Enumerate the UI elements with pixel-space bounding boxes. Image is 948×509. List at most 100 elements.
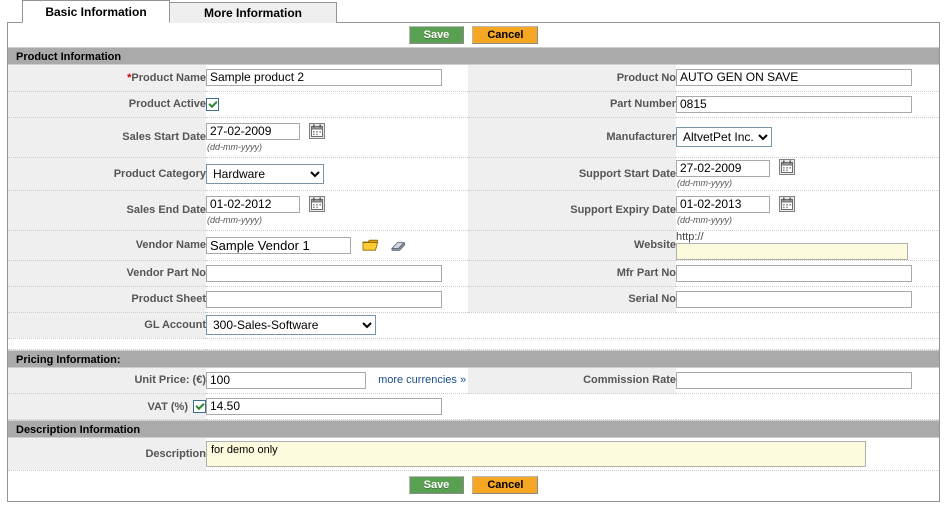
label-sales-start-date: Sales Start Date bbox=[8, 117, 206, 158]
cell-serial-no bbox=[676, 286, 939, 313]
mfr-part-no-input[interactable] bbox=[676, 264, 912, 282]
cell-support-expiry-date: (dd-mm-yyyy) bbox=[676, 190, 939, 231]
cell-vat bbox=[206, 393, 468, 421]
save-button-bottom[interactable]: Save bbox=[408, 475, 465, 494]
cell-empty bbox=[676, 393, 939, 421]
label-product-name: *Product Name bbox=[8, 65, 206, 92]
sales-start-date-input[interactable] bbox=[206, 123, 300, 140]
label-product-sheet: Product Sheet bbox=[8, 286, 206, 313]
table-row: Sales Start Date 27-02-2009 (dd-mm-yyyy)… bbox=[8, 117, 939, 158]
save-button-top[interactable]: Save bbox=[408, 26, 465, 44]
cell-part-number bbox=[676, 91, 939, 118]
spacer-row bbox=[8, 338, 939, 350]
cell-website: http:// bbox=[676, 230, 939, 261]
bottom-toolbar: Save Cancel bbox=[8, 470, 939, 497]
cell-description: for demo only bbox=[206, 438, 939, 471]
product-information-table: *Product Name Product No Product Active … bbox=[8, 65, 939, 350]
tab-basic-information-label: Basic Information bbox=[45, 5, 147, 19]
cell-vendor-part-no bbox=[206, 260, 468, 287]
calendar-icon[interactable] bbox=[309, 195, 326, 212]
table-row: Product Sheet Serial No bbox=[8, 286, 939, 313]
label-product-name-text: Product Name bbox=[131, 71, 206, 84]
cell-support-start-date: (dd-mm-yyyy) bbox=[676, 157, 939, 191]
tab-basic-information[interactable]: Basic Information bbox=[22, 0, 170, 23]
support-expiry-date-input[interactable] bbox=[676, 196, 770, 213]
cancel-button-bottom[interactable]: Cancel bbox=[472, 475, 539, 494]
table-row: Product Active Part Number bbox=[8, 91, 939, 118]
website-protocol-prefix: http:// bbox=[676, 230, 704, 243]
tab-more-information[interactable]: More Information bbox=[169, 2, 337, 23]
manufacturer-select[interactable]: AltvetPet Inc. bbox=[676, 127, 772, 147]
calendar-icon[interactable] bbox=[779, 159, 796, 175]
section-header-product-information: Product Information bbox=[8, 47, 939, 65]
product-no-input[interactable] bbox=[676, 69, 912, 87]
cell-mfr-part-no bbox=[676, 260, 939, 287]
table-row: Sales End Date 01-02-2012 (dd-mm-yyyy) S… bbox=[8, 190, 939, 231]
section-header-description-information: Description Information bbox=[8, 420, 939, 439]
folder-icon[interactable] bbox=[362, 238, 379, 253]
tab-strip: Basic Information More Information bbox=[0, 0, 948, 23]
table-row: VAT (%) bbox=[8, 393, 939, 421]
tab-more-information-label: More Information bbox=[204, 6, 302, 20]
description-information-table: Description for demo only bbox=[8, 438, 939, 471]
sales-end-date-input[interactable] bbox=[206, 196, 300, 213]
label-product-category: Product Category bbox=[8, 157, 206, 191]
support-expiry-date-hint: (dd-mm-yyyy) bbox=[677, 214, 732, 225]
gl-account-select[interactable]: 300-Sales-Software bbox=[206, 315, 376, 336]
support-start-date-hint: (dd-mm-yyyy) bbox=[677, 178, 732, 188]
product-form-frame: Save Cancel Product Information *Product… bbox=[7, 22, 940, 502]
product-sheet-input[interactable] bbox=[206, 290, 442, 308]
cell-empty bbox=[468, 312, 676, 339]
vendor-name-input[interactable] bbox=[206, 236, 351, 254]
unit-price-input[interactable] bbox=[206, 371, 366, 389]
label-vat: VAT (%) bbox=[8, 393, 206, 421]
cell-gl-account: 300-Sales-Software bbox=[206, 312, 468, 339]
spacer-cell bbox=[468, 338, 676, 350]
support-start-date-input[interactable] bbox=[676, 159, 770, 177]
cell-sales-end-date: (dd-mm-yyyy) bbox=[206, 190, 468, 231]
label-commission-rate: Commission Rate bbox=[468, 367, 676, 395]
table-row: Product Category Hardware Support Start … bbox=[8, 157, 939, 191]
cell-commission-rate bbox=[676, 367, 939, 395]
cancel-button-top[interactable]: Cancel bbox=[472, 26, 539, 44]
label-support-expiry-date: Support Expiry Date bbox=[468, 190, 676, 231]
label-product-no: Product No bbox=[468, 65, 676, 92]
table-row: Vendor Name Website http bbox=[8, 230, 939, 261]
product-name-input[interactable] bbox=[206, 69, 442, 87]
label-part-number: Part Number bbox=[468, 91, 676, 118]
label-sales-end-date: Sales End Date bbox=[8, 190, 206, 231]
sales-start-date-hint: (dd-mm-yyyy) bbox=[207, 141, 262, 152]
pricing-information-table: Unit Price: (€) more currencies » Commis… bbox=[8, 367, 939, 421]
calendar-icon[interactable] bbox=[309, 122, 326, 139]
table-row: *Product Name Product No bbox=[8, 65, 939, 92]
vendor-part-no-input[interactable] bbox=[206, 264, 442, 282]
vat-checkbox[interactable] bbox=[193, 400, 206, 414]
label-gl-account: GL Account bbox=[8, 312, 206, 339]
product-active-checkbox[interactable] bbox=[206, 97, 219, 111]
description-textarea[interactable]: for demo only bbox=[206, 440, 866, 467]
cell-vendor-name bbox=[206, 230, 468, 261]
product-category-select[interactable]: Hardware bbox=[206, 163, 324, 184]
more-currencies-link[interactable]: more currencies » bbox=[378, 374, 466, 386]
label-manufacturer: Manufacturer bbox=[468, 117, 676, 158]
cell-manufacturer: AltvetPet Inc. bbox=[676, 117, 939, 158]
table-row: Vendor Part No Mfr Part No bbox=[8, 260, 939, 287]
section-header-pricing-information: Pricing Information: bbox=[8, 349, 939, 368]
cell-empty bbox=[676, 312, 939, 339]
serial-no-input[interactable] bbox=[676, 290, 912, 308]
cell-empty bbox=[468, 393, 676, 421]
vat-input[interactable] bbox=[206, 398, 442, 416]
label-mfr-part-no: Mfr Part No bbox=[468, 260, 676, 287]
cell-product-active bbox=[206, 91, 468, 118]
label-serial-no: Serial No bbox=[468, 286, 676, 313]
website-input[interactable] bbox=[676, 242, 908, 260]
commission-rate-input[interactable] bbox=[676, 371, 912, 389]
spacer-cell bbox=[206, 338, 468, 350]
calendar-icon[interactable] bbox=[779, 195, 796, 212]
cell-product-name bbox=[206, 65, 468, 92]
part-number-input[interactable] bbox=[676, 95, 912, 113]
sales-end-date-hint: (dd-mm-yyyy) bbox=[207, 214, 262, 225]
label-description: Description bbox=[8, 438, 206, 471]
eraser-icon[interactable] bbox=[390, 238, 407, 253]
top-toolbar: Save Cancel bbox=[8, 23, 939, 47]
